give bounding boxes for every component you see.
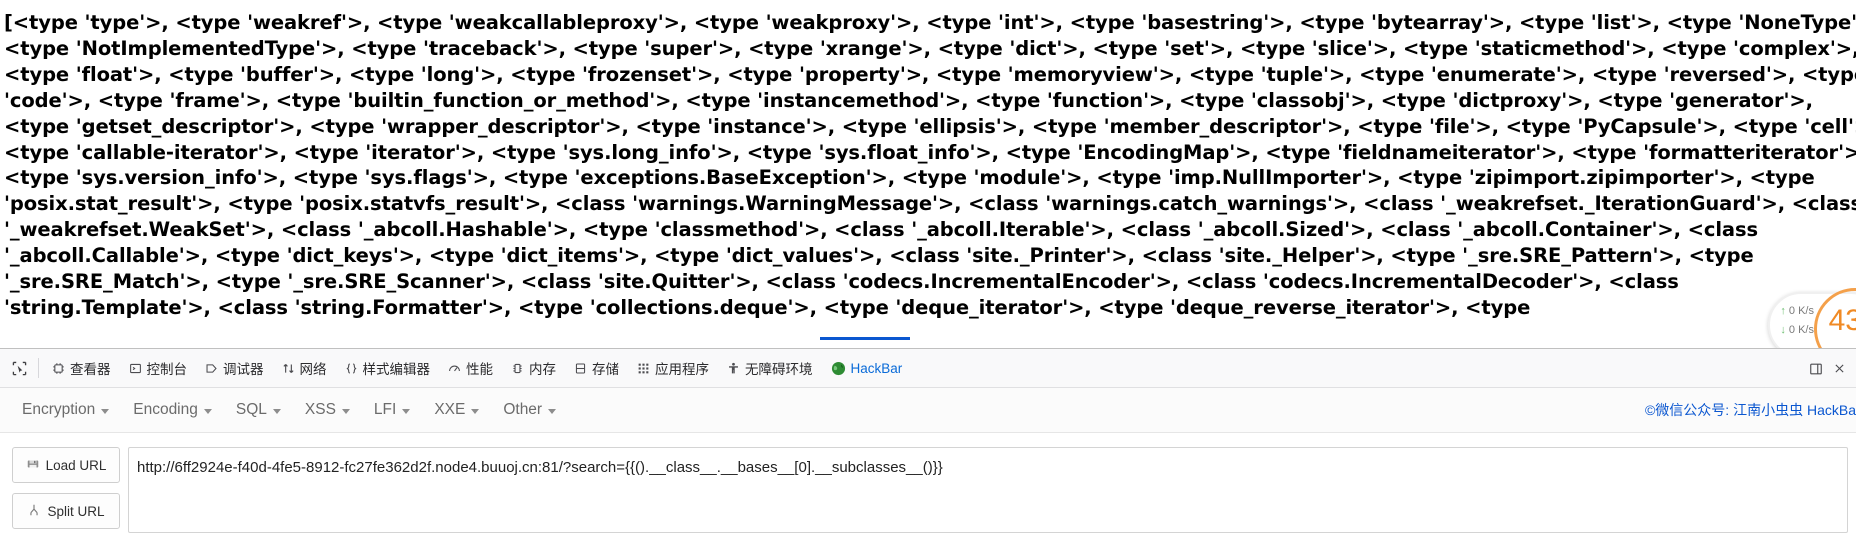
tab-memory-label: 内存: [529, 362, 556, 377]
hackbar-button-column: Load URL Split URL: [0, 447, 128, 529]
tab-debugger-label: 调试器: [223, 362, 264, 377]
chevron-down-icon: [272, 408, 281, 414]
menu-sql[interactable]: SQL: [224, 397, 293, 423]
chevron-down-icon: [203, 408, 212, 414]
hackbar-menubar: Encryption Encoding SQL XSS LFI XXE Othe…: [0, 388, 1856, 433]
chevron-down-icon: [341, 408, 350, 414]
tab-storage[interactable]: 存储: [565, 349, 628, 388]
hackbar-credit-text: ©微信公众号: 江南小虫虫: [1644, 402, 1804, 418]
split-url-button[interactable]: Split URL: [12, 493, 120, 529]
menu-lfi-label: LFI: [373, 401, 397, 418]
tab-performance[interactable]: 性能: [439, 349, 502, 388]
accessibility-icon: [727, 362, 740, 375]
menu-xxe-label: XXE: [434, 401, 466, 418]
chevron-down-icon: [101, 408, 110, 414]
tab-debugger[interactable]: 调试器: [196, 349, 273, 388]
network-icon: [282, 362, 295, 375]
chevron-down-icon: [402, 408, 411, 414]
memory-icon: [511, 362, 524, 375]
tab-accessibility[interactable]: 无障碍环境: [718, 349, 822, 388]
split-url-label: Split URL: [47, 503, 105, 519]
console-icon: [129, 362, 142, 375]
menu-other[interactable]: Other: [491, 397, 568, 423]
tab-style-editor-label: 样式编辑器: [362, 362, 431, 377]
split-url-icon: [27, 503, 41, 520]
hackbar-credit-tail: HackBa: [1806, 402, 1856, 418]
style-editor-icon: [345, 362, 358, 375]
tab-hackbar[interactable]: HackBar: [822, 349, 912, 388]
debugger-icon: [205, 362, 218, 375]
tab-hackbar-label: HackBar: [850, 360, 903, 376]
element-picker-icon[interactable]: [4, 353, 34, 383]
menu-xss[interactable]: XSS: [293, 397, 362, 423]
tab-style-editor[interactable]: 样式编辑器: [336, 349, 440, 388]
hackbar-body: Load URL Split URL http://6ff2924e-f40d-…: [0, 433, 1856, 533]
devtools-tabbar-right: [1809, 349, 1852, 388]
tab-storage-label: 存储: [592, 362, 619, 377]
menu-sql-label: SQL: [235, 401, 267, 418]
page-content: [<type 'type'>, <type 'weakref'>, <type …: [0, 0, 1856, 348]
load-url-icon: [26, 457, 40, 474]
tab-inspector[interactable]: 查看器: [43, 349, 120, 388]
tab-network-label: 网络: [299, 362, 327, 377]
menu-other-label: Other: [503, 401, 543, 418]
tab-inspector-label: 查看器: [70, 362, 111, 377]
menu-encoding[interactable]: Encoding: [121, 397, 224, 423]
menu-xss-label: XSS: [304, 401, 336, 418]
load-url-label: Load URL: [45, 457, 107, 473]
dock-layout-icon[interactable]: [1809, 362, 1823, 376]
text-highlight-underline: [820, 337, 910, 340]
storage-icon: [574, 362, 587, 375]
tabbar-divider: [38, 358, 39, 378]
tab-console-label: 控制台: [146, 362, 188, 377]
menu-encryption[interactable]: Encryption: [10, 397, 121, 423]
hackbar-globe-icon: [831, 361, 846, 376]
python-subclasses-dump: [<type 'type'>, <type 'weakref'>, <type …: [4, 11, 1856, 319]
tab-network[interactable]: 网络: [273, 349, 336, 388]
tab-application-label: 应用程序: [655, 362, 709, 377]
menu-lfi[interactable]: LFI: [362, 397, 422, 423]
url-input[interactable]: http://6ff2924e-f40d-4fe5-8912-fc27fe362…: [128, 447, 1848, 533]
browser-window: [<type 'type'>, <type 'weakref'>, <type …: [0, 0, 1856, 557]
inspector-icon: [52, 362, 65, 375]
tab-application[interactable]: 应用程序: [628, 349, 718, 388]
performance-icon: [448, 362, 461, 375]
tab-performance-label: 性能: [466, 362, 493, 377]
tab-accessibility-label: 无障碍环境: [745, 362, 813, 377]
menu-encoding-label: Encoding: [133, 401, 198, 418]
hackbar-credit: ©微信公众号: 江南小虫虫 HackBa: [1645, 400, 1856, 420]
chevron-down-icon: [548, 408, 557, 414]
devtools-tabbar: 查看器 控制台 调试器 网络 样式编辑器 性能 内存 存储 应用程序 无障碍环境…: [0, 349, 1856, 388]
load-url-button[interactable]: Load URL: [12, 447, 120, 483]
chevron-down-icon: [471, 408, 480, 414]
menu-encryption-label: Encryption: [22, 401, 96, 418]
hackbar-url-row: Load URL Split URL http://6ff2924e-f40d-…: [0, 447, 1856, 533]
tab-memory[interactable]: 内存: [502, 349, 565, 388]
close-devtools-icon[interactable]: [1833, 362, 1846, 375]
devtools-panel: 查看器 控制台 调试器 网络 样式编辑器 性能 内存 存储 应用程序 无障碍环境…: [0, 348, 1856, 557]
tab-console[interactable]: 控制台: [120, 349, 197, 388]
application-icon: [637, 362, 650, 375]
menu-xxe[interactable]: XXE: [422, 397, 491, 423]
